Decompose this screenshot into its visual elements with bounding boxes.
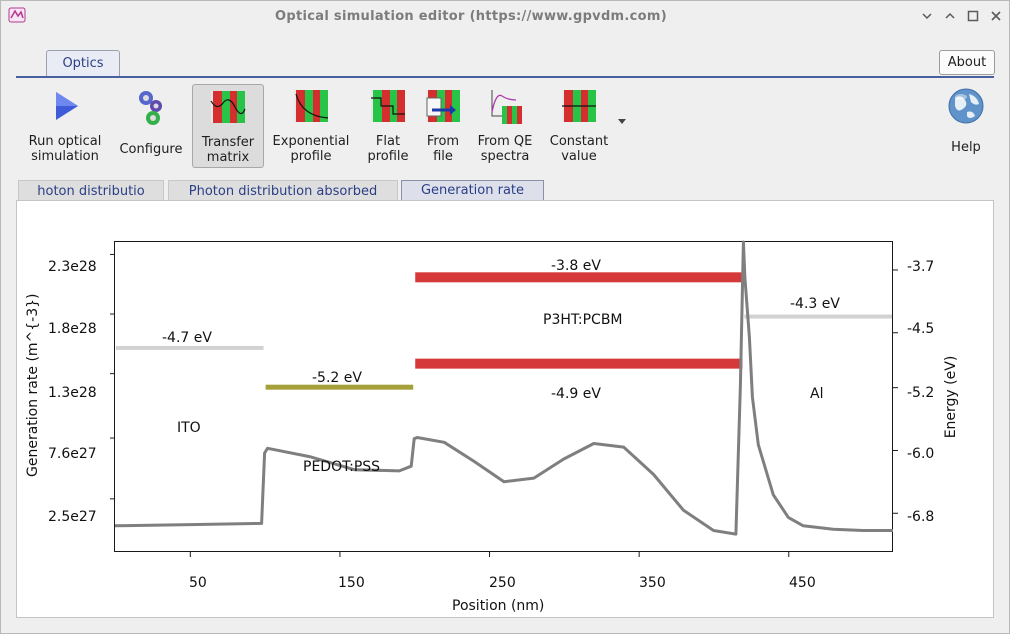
chevron-up-icon (945, 12, 955, 19)
tab-generation-rate[interactable]: Generation rate (401, 180, 544, 202)
run-optical-simulation-button[interactable]: Run optical simulation (25, 84, 105, 164)
y-tick-label: 1.8e28 (48, 321, 97, 337)
window-title: Optical simulation editor (https://www.g… (275, 9, 667, 24)
x-tick-label: 450 (789, 575, 816, 591)
about-button[interactable]: About (939, 50, 995, 75)
minimize-button[interactable] (919, 8, 935, 24)
layer-label-ito: ITO (177, 420, 201, 436)
maximize-button[interactable] (965, 8, 981, 24)
y2-tick-label: -6.8 (907, 509, 935, 525)
play-icon (56, 92, 78, 120)
exponential-profile-icon (294, 90, 329, 122)
qe-spectra-icon (491, 90, 522, 124)
from-qe-spectra-label: From QE spectra (477, 134, 533, 164)
restore-button[interactable] (942, 8, 958, 24)
band-label-lumo: -3.8 eV (551, 258, 601, 274)
from-qe-spectra-button[interactable]: From QE spectra (474, 84, 536, 164)
transfer-matrix-label: Transfer matrix (201, 135, 255, 165)
run-optical-simulation-label: Run optical simulation (28, 134, 102, 164)
constant-value-label: Constant value (549, 134, 609, 164)
configure-label: Configure (119, 142, 183, 157)
tab-optics[interactable]: Optics (46, 50, 120, 77)
y2-axis-label: Energy (eV) (943, 355, 959, 439)
from-file-label: From file (426, 134, 460, 164)
x-tick-label: 350 (639, 575, 666, 591)
help-label: Help (951, 140, 981, 155)
constant-value-icon (562, 90, 596, 122)
from-file-icon (426, 90, 460, 122)
plot-panel (16, 200, 994, 618)
layer-label-pedot: PEDOT:PSS (303, 459, 381, 475)
y2-tick-label: -5.2 (907, 385, 935, 401)
flat-profile-button[interactable]: Flat profile (362, 84, 414, 164)
layer-label-al: Al (810, 386, 824, 402)
from-file-button[interactable]: From file (420, 84, 466, 164)
exponential-profile-button[interactable]: Exponential profile (270, 84, 352, 164)
layer-label-active: P3HT:PCBM (543, 312, 623, 328)
configure-button[interactable]: Configure (116, 84, 186, 157)
band-label-ito: -4.7 eV (162, 330, 212, 346)
help-button[interactable]: Help (944, 84, 988, 155)
y-tick-label: 7.6e27 (48, 446, 97, 462)
transfer-matrix-icon (210, 91, 246, 123)
constant-value-button[interactable]: Constant value (546, 84, 612, 164)
x-tick-label: 50 (189, 575, 207, 591)
flat-profile-label: Flat profile (367, 134, 409, 164)
square-icon (967, 10, 979, 22)
band-label-homo: -4.9 eV (551, 386, 601, 402)
y2-tick-label: -4.5 (907, 321, 935, 337)
exponential-profile-label: Exponential profile (272, 134, 350, 164)
y-tick-label: 2.3e28 (48, 259, 97, 275)
toolbar-overflow-chevron-down-icon[interactable] (618, 119, 626, 124)
band-label-al: -4.3 eV (790, 296, 840, 312)
close-icon (991, 11, 1001, 21)
x-tick-label: 250 (489, 575, 516, 591)
y-axis-label: Generation rate (m^{-3}) (25, 293, 41, 477)
y-tick-label: 1.3e28 (48, 385, 97, 401)
gears-icon (139, 91, 162, 125)
x-tick-label: 150 (338, 575, 365, 591)
transfer-matrix-button[interactable]: Transfer matrix (192, 84, 264, 168)
flat-profile-icon (371, 90, 405, 122)
y2-tick-label: -3.7 (907, 259, 935, 275)
y-tick-label: 2.5e27 (48, 509, 97, 525)
tab-underline (16, 76, 994, 78)
x-axis-label: Position (nm) (452, 598, 545, 614)
y2-tick-label: -6.0 (907, 446, 935, 462)
chevron-down-icon (922, 13, 932, 20)
globe-icon (948, 88, 984, 124)
title-bar[interactable]: Optical simulation editor (https://www.g… (1, 1, 1009, 31)
close-button[interactable] (988, 8, 1004, 24)
band-label-pedot: -5.2 eV (312, 370, 362, 386)
